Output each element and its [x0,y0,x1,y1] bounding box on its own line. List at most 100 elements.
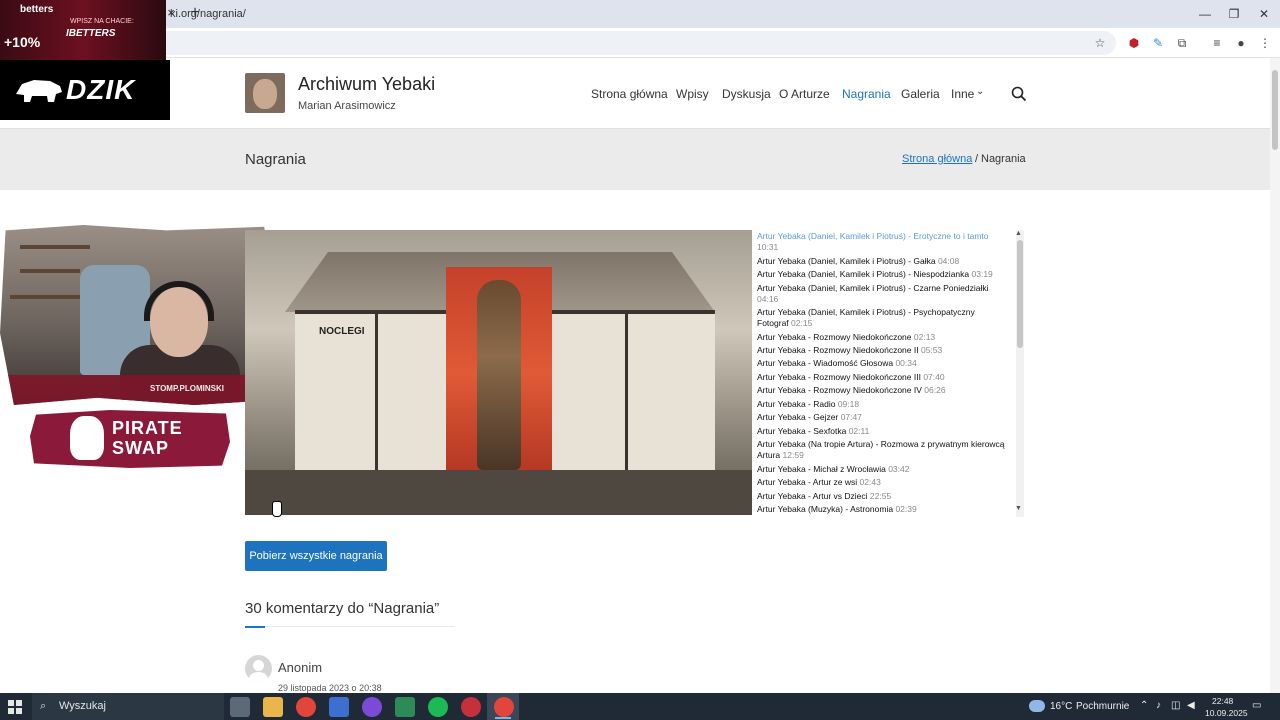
playlist-item-title: Artur Yebaka (Daniel, Kamilek i Piotruś)… [757,307,975,328]
playlist-item[interactable]: Artur Yebaka - Gejzer 07:47 [757,412,1007,423]
browser-toolbar [0,28,1280,58]
notifications-icon[interactable]: ▭ [1252,700,1261,711]
house-sign: NOCLEGI [319,326,365,337]
app-icon[interactable] [329,697,349,717]
playlist-item-title: Artur Yebaka (Daniel, Kamilek i Piotruś)… [757,269,970,279]
nav-other[interactable]: Inne [951,87,974,101]
playlist-item[interactable]: Artur Yebaka - Artur vs Dzieci 22:55 [757,491,1007,502]
nav-about-artur[interactable]: O Arturze [779,87,830,101]
nav-posts[interactable]: Wpisy [676,87,709,101]
playlist-item[interactable]: Artur Yebaka (Daniel, Kamilek i Piotruś)… [757,283,1007,304]
nav-recordings[interactable]: Nagrania [842,87,891,101]
playlist-item[interactable]: Artur Yebaka (Daniel, Kamilek i Piotruś)… [757,307,1007,328]
comment-date[interactable]: 29 listopada 2023 o 20:38 [278,683,382,693]
app-red-icon[interactable] [461,697,481,717]
playlist-item[interactable]: Artur Yebaka - Radio 09:18 [757,399,1007,410]
close-window-button[interactable]: ✕ [1249,4,1279,24]
address-bar[interactable] [120,31,1116,55]
skull-icon [70,416,104,460]
microphone-icon[interactable]: ♪ [1156,700,1161,711]
playlist-item-duration: 02:43 [859,477,881,487]
cam-caption-strip [0,375,278,405]
nav-home[interactable]: Strona główna [591,87,668,101]
playlist-item-duration: 07:47 [840,412,862,422]
playlist-item-duration: 03:19 [971,269,993,279]
chrome-active-icon[interactable] [494,697,514,717]
network-icon[interactable]: ◫ [1171,700,1180,711]
extensions-puzzle-icon[interactable]: ⧉ [1173,34,1191,52]
playlist-item-title: Artur Yebaka - Rozmowy Niedokończone III [757,372,921,382]
extension-translate-icon[interactable]: ✎ [1149,34,1167,52]
spotify-icon[interactable] [428,697,448,717]
playlist-item-duration: 06:26 [924,385,946,395]
poster-figure [477,280,521,470]
playlist-item-duration: 10:31 [757,241,779,252]
nav-gallery[interactable]: Galeria [901,87,940,101]
pirate-logo-line2: SWAP [112,438,170,458]
scroll-up-icon[interactable]: ▲ [1015,230,1022,237]
site-logo-avatar[interactable] [245,73,285,113]
search-icon[interactable] [1011,86,1027,102]
download-all-button[interactable]: Pobierz wszystkie nagrania [245,541,387,571]
bookmark-star-icon[interactable]: ☆ [1091,34,1109,52]
playlist-item[interactable]: Artur Yebaka (Muzyka) - Astronomia 02:39 [757,504,1007,515]
chevron-up-icon[interactable]: ⌃ [1140,700,1148,711]
browser-menu-icon[interactable]: ⋮ [1256,34,1274,52]
minimize-button[interactable]: — [1190,4,1220,24]
excel-icon[interactable] [395,697,415,717]
playlist-scroll-thumb[interactable] [1017,240,1023,348]
playlist-item-title: Artur Yebaka - Michał z Wrocławia [757,464,886,474]
cloud-icon[interactable] [1029,700,1045,712]
playlist-item-title: Artur Yebaka - Artur vs Dzieci [757,491,868,501]
playlist-item[interactable]: Artur Yebaka - Rozmowy Niedokończone III… [757,372,1007,383]
volume-icon[interactable]: ◀ [1187,700,1195,711]
playlist-item-duration: 03:42 [888,464,910,474]
windows-start-icon[interactable] [8,700,22,714]
playlist-item[interactable]: Artur Yebaka (Na tropie Artura) - Rozmow… [757,439,1007,460]
media-controls-icon[interactable]: ≡ [1208,34,1226,52]
avatar [245,655,272,682]
playlist-item[interactable]: Artur Yebaka (Daniel, Kamilek i Piotruś)… [757,231,1007,252]
playlist-item[interactable]: Artur Yebaka (Daniel, Kamilek i Piotruś)… [757,256,1007,267]
profile-avatar-icon[interactable]: ● [1232,34,1250,52]
taskbar-search-label[interactable]: Wyszukaj [59,700,106,712]
playlist-item-duration: 09:18 [837,399,860,409]
maximize-button[interactable]: ❐ [1219,4,1249,24]
chrome-icon[interactable] [296,697,316,717]
nav-discussion[interactable]: Dyskusja [722,87,771,101]
betters-brand: betters [20,4,54,15]
playlist-item-title: Artur Yebaka - Radio [757,399,836,409]
extension-adblock-icon[interactable]: ⬢ [1125,34,1143,52]
playlist-item[interactable]: Artur Yebaka - Michał z Wrocławia 03:42 [757,464,1007,475]
weather-temperature[interactable]: 16°C [1050,701,1072,712]
site-title[interactable]: Archiwum Yebaki [298,74,435,95]
playlist-item[interactable]: Artur Yebaka - Rozmowy Niedokończone 02:… [757,332,1007,343]
chevron-down-icon[interactable]: ⌄ [976,86,984,97]
clock-time[interactable]: 22:48 [1212,696,1233,706]
clock-date[interactable]: 10.09.2025 [1205,708,1248,718]
scroll-down-icon[interactable]: ▼ [1015,505,1022,512]
betters-small-text: WPISZ NA CHACIE: [70,18,134,25]
address-bar-text[interactable]: ki.org/nagrania/ [170,8,246,20]
breadcrumb-home-link[interactable]: Strona główna [902,153,972,165]
playlist-item[interactable]: Artur Yebaka - Artur ze wsi 02:43 [757,477,1007,488]
player-cover-image[interactable]: NOCLEGI [245,230,752,515]
file-explorer-icon[interactable] [263,697,283,717]
discord-icon[interactable] [362,697,382,717]
playlist-item[interactable]: Artur Yebaka - Wiadomość Głosowa 00:34 [757,358,1007,369]
playlist-item-title: Artur Yebaka (Daniel, Kamilek i Piotruś)… [757,256,936,266]
betters-code: IBETTERS [66,28,116,39]
playlist-item-duration: 22:55 [869,491,892,501]
playlist-item[interactable]: Artur Yebaka - Rozmowy Niedokończone IV … [757,385,1007,396]
playlist-item-title: Artur Yebaka - Sexfotka [757,426,847,436]
playlist-item-duration: 05:53 [920,345,943,355]
task-view-icon[interactable] [230,697,250,717]
playlist-item[interactable]: Artur Yebaka - Rozmowy Niedokończone II … [757,345,1007,356]
page-scrollbar[interactable] [1270,58,1280,693]
playlist-item[interactable]: Artur Yebaka - Sexfotka 02:11 [757,426,1007,437]
weather-description[interactable]: Pochmurnie [1076,701,1129,712]
page-title: Nagrania [245,151,306,168]
headset [144,281,214,321]
divider [245,626,455,627]
playlist-item[interactable]: Artur Yebaka (Daniel, Kamilek i Piotruś)… [757,269,1007,280]
